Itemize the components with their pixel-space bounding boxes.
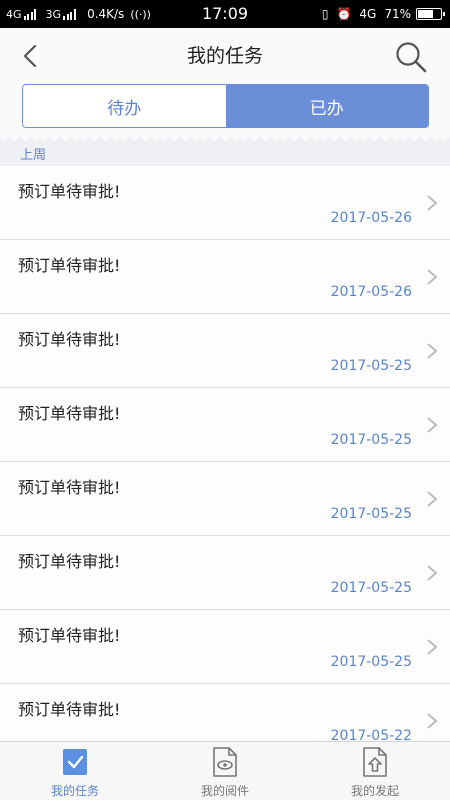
segmented-tabs: 待办 已办 [22, 84, 429, 128]
document-eye-icon [213, 747, 237, 777]
item-date: 2017-05-22 [330, 728, 412, 741]
list-item[interactable]: 预订单待审批! 2017-05-26 [0, 240, 450, 314]
item-title: 预订单待审批! [18, 700, 121, 719]
document-send-icon [363, 747, 387, 777]
item-title: 预订单待审批! [18, 256, 121, 275]
nav-label: 我的阅件 [200, 784, 249, 798]
chevron-right-icon [427, 639, 438, 655]
bottom-nav: 我的任务 我的阅件 我的发起 [0, 741, 450, 800]
header: 我的任务 [0, 28, 450, 84]
nav-my-initiated[interactable]: 我的发起 [300, 742, 450, 800]
chevron-right-icon [427, 417, 438, 433]
task-check-icon [63, 749, 87, 775]
item-title: 预订单待审批! [18, 330, 121, 349]
battery-icon [416, 8, 445, 20]
alarm-icon: ⏰ [336, 7, 352, 21]
nav-my-reading[interactable]: 我的阅件 [150, 742, 300, 800]
status-bar: 4G 3G 0.4K/s ((·)) 17:09 ▯ ⏰ 4G 71% [0, 0, 450, 28]
battery-percent: 71% [384, 7, 411, 21]
item-date: 2017-05-25 [330, 432, 412, 448]
item-date: 2017-05-26 [330, 210, 412, 226]
tab-pending[interactable]: 待办 [23, 85, 226, 127]
chevron-right-icon [427, 565, 438, 581]
chevron-right-icon [427, 343, 438, 359]
search-icon[interactable] [394, 40, 428, 74]
tab-done[interactable]: 已办 [225, 85, 428, 127]
list-item[interactable]: 预订单待审批! 2017-05-25 [0, 610, 450, 684]
list-item[interactable]: 预订单待审批! 2017-05-25 [0, 536, 450, 610]
scallop-divider [0, 136, 450, 144]
item-date: 2017-05-25 [330, 506, 412, 522]
item-date: 2017-05-25 [330, 654, 412, 670]
page-title: 我的任务 [186, 45, 263, 67]
item-date: 2017-05-25 [330, 358, 412, 374]
list-item[interactable]: 预订单待审批! 2017-05-25 [0, 388, 450, 462]
item-title: 预订单待审批! [18, 182, 121, 201]
nav-label: 我的任务 [50, 784, 99, 798]
task-list: 预订单待审批! 2017-05-26 预订单待审批! 2017-05-26 预订… [0, 166, 450, 741]
list-item[interactable]: 预订单待审批! 2017-05-25 [0, 462, 450, 536]
status-right: ▯ ⏰ 4G 71% [314, 0, 445, 28]
section-label-text: 上周 [20, 148, 47, 163]
item-title: 预订单待审批! [18, 404, 121, 423]
list-item[interactable]: 预订单待审批! 2017-05-25 [0, 314, 450, 388]
chevron-right-icon [427, 491, 438, 507]
item-date: 2017-05-25 [330, 580, 412, 596]
chevron-right-icon [427, 195, 438, 211]
network-type-3: 4G [359, 7, 377, 21]
item-date: 2017-05-26 [330, 284, 412, 300]
chevron-right-icon [427, 269, 438, 285]
item-title: 预订单待审批! [18, 478, 121, 497]
list-item[interactable]: 预订单待审批! 2017-05-22 [0, 684, 450, 741]
item-title: 预订单待审批! [18, 626, 121, 645]
nav-label: 我的发起 [350, 784, 399, 798]
item-title: 预订单待审批! [18, 552, 121, 571]
vibrate-icon: ▯ [321, 7, 329, 21]
chevron-left-icon[interactable] [18, 42, 46, 70]
tabs-container: 待办 已办 [0, 84, 450, 136]
list-item[interactable]: 预订单待审批! 2017-05-26 [0, 166, 450, 240]
nav-my-tasks[interactable]: 我的任务 [0, 742, 150, 800]
chevron-right-icon [427, 713, 438, 729]
section-header: 上周 [0, 136, 450, 166]
